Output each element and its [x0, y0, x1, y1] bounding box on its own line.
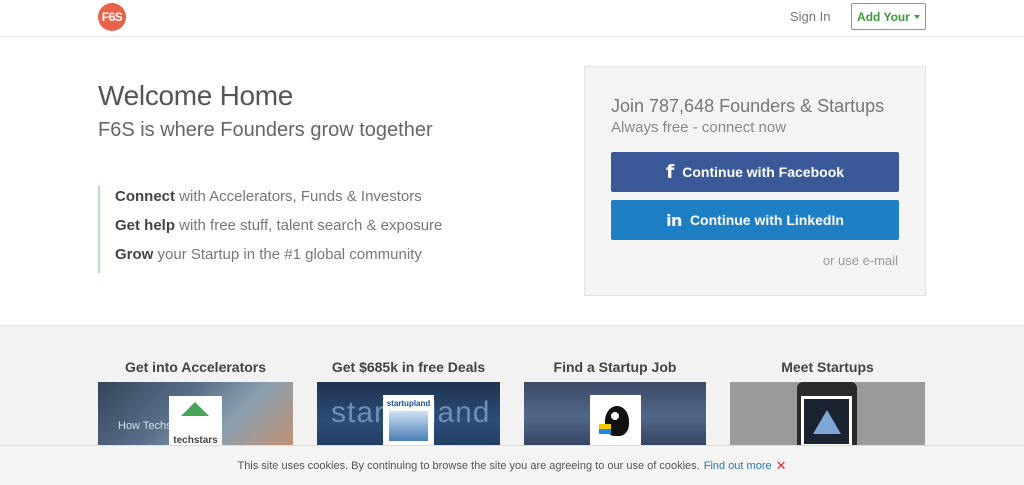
benefit-bold: Get help [115, 217, 176, 234]
benefit-bold: Connect [115, 188, 175, 205]
deals-thumbnail[interactable]: startupland startupland [317, 382, 500, 452]
startups-thumbnail[interactable] [730, 382, 925, 452]
feature-title-accelerators[interactable]: Get into Accelerators [98, 359, 293, 375]
facebook-button-label: Continue with Facebook [682, 164, 845, 180]
startup-triangle-logo [801, 396, 852, 447]
facebook-icon: f [665, 161, 675, 183]
benefits-list: Connect with Accelerators, Funds & Inves… [98, 186, 442, 273]
add-your-label: Add Your [857, 9, 910, 24]
linkedin-icon: in [666, 210, 682, 230]
techstars-logo: techstars [169, 396, 222, 448]
sign-in-link[interactable]: Sign In [790, 9, 830, 24]
startupland-cover-image [389, 411, 428, 441]
always-free-text: Always free - connect now [611, 119, 787, 136]
techstars-star-icon [181, 402, 209, 416]
feature-title-deals[interactable]: Get $685k in free Deals [317, 359, 500, 375]
continue-with-linkedin-button[interactable]: in Continue with LinkedIn [611, 200, 899, 240]
benefit-text: your Startup in the #1 global community [153, 246, 422, 263]
caret-down-icon [913, 15, 920, 19]
f6s-logo[interactable]: F6S [98, 3, 126, 31]
feature-title-startups[interactable]: Meet Startups [730, 359, 925, 375]
page-tagline: F6S is where Founders grow together [98, 119, 433, 141]
page-title: Welcome Home [98, 80, 294, 111]
benefit-bold: Grow [115, 246, 154, 263]
top-navbar: F6S Sign In Add Your [0, 0, 1024, 37]
find-out-more-link[interactable]: Find out more [704, 460, 772, 472]
triangle-icon [812, 409, 841, 434]
linkedin-button-label: Continue with LinkedIn [689, 212, 844, 228]
benefit-get-help: Get help with free stuff, talent search … [115, 215, 442, 244]
accelerators-thumbnail[interactable]: How Techstars techstars [98, 382, 293, 452]
join-count-text: Join 787,648 Founders & Startups [611, 96, 885, 116]
jobs-thumbnail[interactable] [524, 382, 706, 452]
cookie-banner: This site uses cookies. By continuing to… [0, 445, 1024, 485]
startupland-logo: startupland [383, 395, 434, 447]
signup-panel: Join 787,648 Founders & Startups Always … [584, 66, 926, 296]
benefit-grow: Grow your Startup in the #1 global commu… [115, 244, 442, 273]
add-your-dropdown-button[interactable]: Add Your [851, 3, 926, 30]
benefit-text: with free stuff, talent search & exposur… [175, 217, 443, 234]
use-email-link[interactable]: or use e-mail [823, 253, 898, 268]
feature-title-jobs[interactable]: Find a Startup Job [524, 359, 706, 375]
bird-icon [598, 404, 633, 438]
benefit-connect: Connect with Accelerators, Funds & Inves… [115, 186, 442, 215]
startupland-logo-text: startupland [386, 399, 431, 408]
continue-with-facebook-button[interactable]: f Continue with Facebook [611, 152, 899, 192]
job-bird-logo [590, 395, 641, 447]
benefit-text: with Accelerators, Funds & Investors [175, 188, 422, 205]
cookie-message: This site uses cookies. By continuing to… [237, 459, 700, 472]
close-icon[interactable]: ✕ [776, 458, 787, 474]
